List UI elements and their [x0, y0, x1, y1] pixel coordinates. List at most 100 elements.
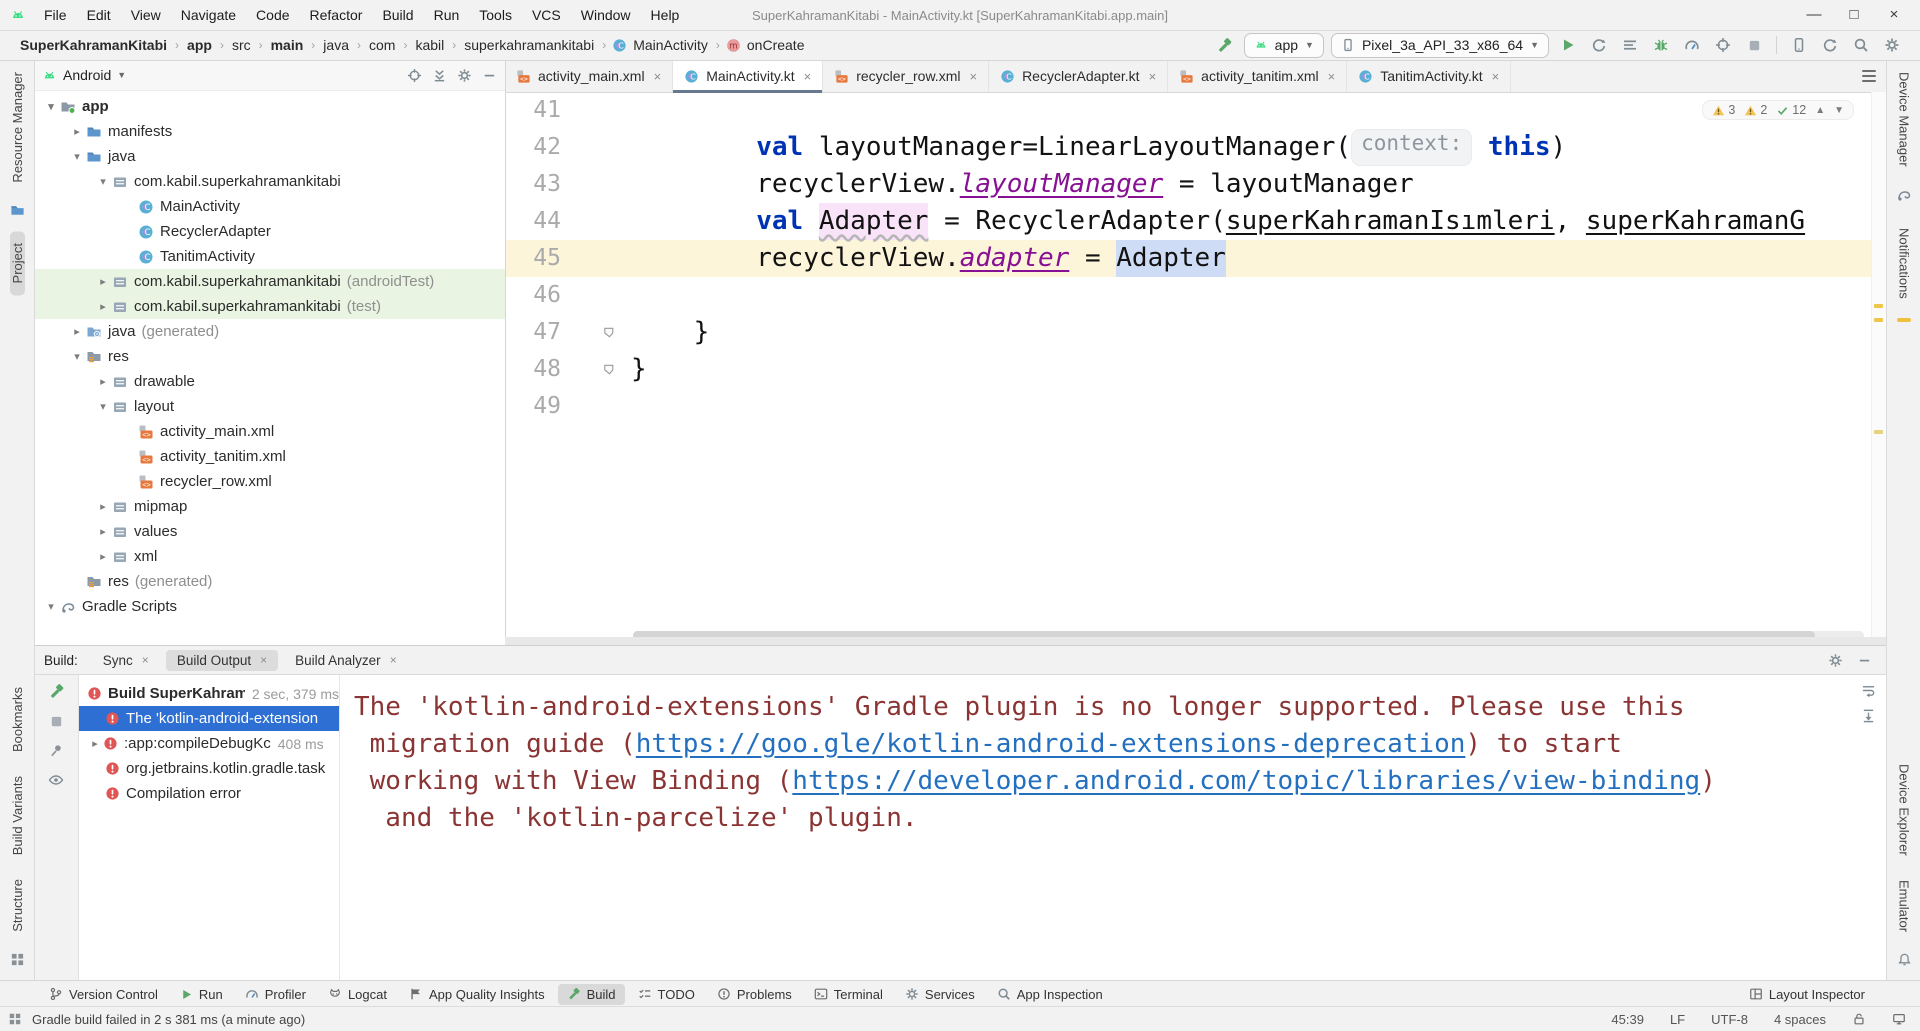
chevron-expanded-icon[interactable]: ▾ — [42, 600, 60, 613]
tab-recycler-row-xml[interactable]: recycler_row.xml× — [823, 60, 989, 92]
stop-build-icon[interactable] — [49, 714, 64, 729]
toolwindow-device-manager[interactable]: Device Manager — [1897, 60, 1912, 179]
inspection-widget[interactable]: 3 2 12 ▲ ▼ — [1702, 100, 1854, 120]
tree-row-res[interactable]: ▾res — [34, 344, 505, 369]
toolwindow-app-quality-insights[interactable]: App Quality Insights — [400, 984, 554, 1005]
maximize-button[interactable]: □ — [1834, 1, 1874, 29]
close-tab-icon[interactable]: × — [654, 69, 662, 84]
breadcrumb-java[interactable]: java — [321, 35, 351, 55]
close-tab-icon[interactable]: × — [260, 653, 267, 667]
tab-options-menu-icon[interactable] — [1862, 67, 1876, 85]
hyperlink[interactable]: https://goo.gle/kotlin-android-extension… — [636, 729, 1466, 759]
debug-button[interactable] — [1649, 33, 1673, 57]
hide-panel-icon[interactable] — [482, 68, 497, 83]
breadcrumb-src[interactable]: src — [230, 35, 253, 55]
panel-settings-gear-icon[interactable] — [457, 68, 472, 83]
fold-marker-icon[interactable] — [602, 325, 617, 340]
tool-windows-toggle-icon[interactable] — [8, 1012, 22, 1026]
collapse-all-icon[interactable] — [432, 68, 447, 83]
tree-row-activity-tanitim-xml[interactable]: activity_tanitim.xml — [34, 444, 505, 469]
close-button[interactable]: × — [1874, 1, 1914, 29]
device-select[interactable]: Pixel_3a_API_33_x86_64 ▼ — [1331, 33, 1549, 58]
scroll-to-end-icon[interactable] — [1861, 708, 1876, 723]
tree-row-values[interactable]: ▸values — [34, 519, 505, 544]
rerun-icon[interactable] — [1587, 33, 1611, 57]
tab-build-analyzer[interactable]: Build Analyzer× — [284, 650, 408, 671]
menu-help[interactable]: Help — [641, 3, 690, 27]
hide-panel-icon[interactable] — [1857, 653, 1872, 668]
tree-row-java[interactable]: ▾java — [34, 144, 505, 169]
chevron-collapsed-icon[interactable]: ▸ — [94, 500, 112, 513]
tree-row-gradle-scripts[interactable]: ▾Gradle Scripts — [34, 594, 505, 619]
menu-build[interactable]: Build — [372, 3, 423, 27]
toolwindow-app-inspection[interactable]: App Inspection — [988, 984, 1112, 1005]
menu-window[interactable]: Window — [571, 3, 641, 27]
tree-row-mipmap[interactable]: ▸mipmap — [34, 494, 505, 519]
build-tree-root[interactable]: Build SuperKahraman2 sec, 379 ms — [79, 681, 339, 706]
close-tab-icon[interactable]: × — [142, 653, 149, 667]
warning-stripe-mark[interactable] — [1874, 318, 1883, 322]
breadcrumb-package[interactable]: superkahramankitabi — [462, 35, 596, 55]
tree-row-package-test[interactable]: ▸com.kabil.superkahramankitabi(test) — [34, 294, 505, 319]
toolwindow-version-control[interactable]: Version Control — [40, 984, 167, 1005]
tree-row-activity-main-xml[interactable]: activity_main.xml — [34, 419, 505, 444]
status-message[interactable]: Gradle build failed in 2 s 381 ms (a min… — [32, 1012, 305, 1027]
breadcrumb-project[interactable]: SuperKahramanKitabi — [18, 35, 169, 55]
chevron-collapsed-icon[interactable]: ▸ — [94, 550, 112, 563]
build-hammer-icon[interactable] — [1213, 33, 1237, 57]
close-tab-icon[interactable]: × — [969, 69, 977, 84]
breadcrumb-kabil[interactable]: kabil — [413, 35, 446, 55]
chevron-expanded-icon[interactable]: ▾ — [94, 400, 112, 413]
chevron-collapsed-icon[interactable]: ▸ — [94, 375, 112, 388]
caret-position[interactable]: 45:39 — [1611, 1012, 1644, 1027]
toolwindow-build[interactable]: Build — [558, 984, 625, 1005]
menu-edit[interactable]: Edit — [77, 3, 121, 27]
run-configuration-select[interactable]: app ▼ — [1244, 33, 1324, 58]
toolwindow-layout-inspector[interactable]: Layout Inspector — [1740, 984, 1874, 1005]
toolwindow-device-explorer[interactable]: Device Explorer — [1897, 752, 1912, 868]
run-button[interactable] — [1556, 33, 1580, 57]
toolwindow-build-variants[interactable]: Build Variants — [10, 764, 25, 867]
menu-refactor[interactable]: Refactor — [300, 3, 373, 27]
toolwindow-run[interactable]: Run — [171, 984, 232, 1005]
tree-row-tanitimactivity[interactable]: TanitimActivity — [34, 244, 505, 269]
build-tree-row-gradle-task[interactable]: org.jetbrains.kotlin.gradle.task — [79, 756, 339, 781]
toolwindow-profiler[interactable]: Profiler — [236, 984, 315, 1005]
device-manager-icon[interactable] — [1787, 33, 1811, 57]
warning-stripe-mark[interactable] — [1874, 430, 1883, 434]
menu-code[interactable]: Code — [246, 3, 299, 27]
menu-vcs[interactable]: VCS — [522, 3, 571, 27]
breadcrumb-oncreate[interactable]: onCreate — [745, 35, 807, 55]
tree-row-mainactivity[interactable]: MainActivity — [34, 194, 505, 219]
chevron-collapsed-icon[interactable]: ▸ — [68, 125, 86, 138]
sync-gradle-icon[interactable] — [1818, 33, 1842, 57]
fold-marker-icon[interactable] — [602, 362, 617, 377]
warning-stripe-mark[interactable] — [1874, 304, 1883, 308]
build-tree-row-selected[interactable]: The 'kotlin-android-extension — [79, 706, 339, 731]
breadcrumb-com[interactable]: com — [367, 35, 397, 55]
tab-activity-tanitim-xml[interactable]: activity_tanitim.xml× — [1168, 60, 1347, 92]
toolwindow-resource-manager[interactable]: Resource Manager — [10, 60, 25, 195]
close-tab-icon[interactable]: × — [804, 69, 812, 84]
tool-windows-toggle-icon[interactable] — [10, 952, 25, 972]
chevron-expanded-icon[interactable]: ▾ — [94, 175, 112, 188]
profiler-icon[interactable] — [1680, 33, 1704, 57]
gradle-icon[interactable] — [1896, 187, 1912, 208]
tree-row-recycler-row-xml[interactable]: recycler_row.xml — [34, 469, 505, 494]
settings-gear-icon[interactable] — [1880, 33, 1904, 57]
toolwindow-logcat[interactable]: Logcat — [319, 984, 396, 1005]
tree-row-package[interactable]: ▾com.kabil.superkahramankitabi — [34, 169, 505, 194]
tab-mainactivity-kt[interactable]: MainActivity.kt× — [673, 60, 823, 92]
toolwindow-todo[interactable]: TODO — [629, 984, 704, 1005]
chevron-expanded-icon[interactable]: ▾ — [68, 150, 86, 163]
indent-indicator[interactable]: 4 spaces — [1774, 1012, 1826, 1027]
notifications-monitor-icon[interactable] — [1892, 1012, 1906, 1026]
chevron-collapsed-icon[interactable]: ▸ — [94, 300, 112, 313]
apply-changes-icon[interactable] — [1618, 33, 1642, 57]
encoding-indicator[interactable]: UTF-8 — [1711, 1012, 1748, 1027]
menu-view[interactable]: View — [121, 3, 171, 27]
build-console[interactable]: The 'kotlin-android-extensions' Gradle p… — [340, 675, 1886, 981]
tree-row-drawable[interactable]: ▸drawable — [34, 369, 505, 394]
tree-row-res-generated[interactable]: res(generated) — [34, 569, 505, 594]
tree-row-app[interactable]: ▾app — [34, 94, 505, 119]
